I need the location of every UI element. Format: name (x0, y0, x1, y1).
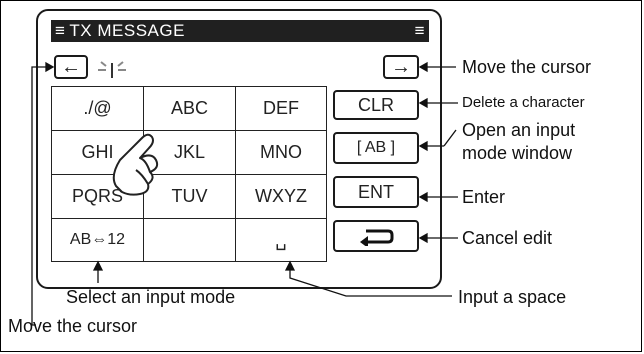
label-move-cursor-left: Move the cursor (8, 316, 138, 336)
label-input-space: Input a space (458, 287, 567, 307)
label-cancel-edit: Cancel edit (462, 228, 553, 248)
label-move-cursor-right: Move the cursor (462, 57, 592, 77)
label-delete-character: Delete a character (462, 94, 585, 111)
label-select-input-mode: Select an input mode (66, 287, 236, 307)
label-open-input-mode-2: mode window (462, 143, 573, 163)
label-enter: Enter (462, 187, 506, 207)
label-open-input-mode-1: Open an input (462, 120, 576, 140)
